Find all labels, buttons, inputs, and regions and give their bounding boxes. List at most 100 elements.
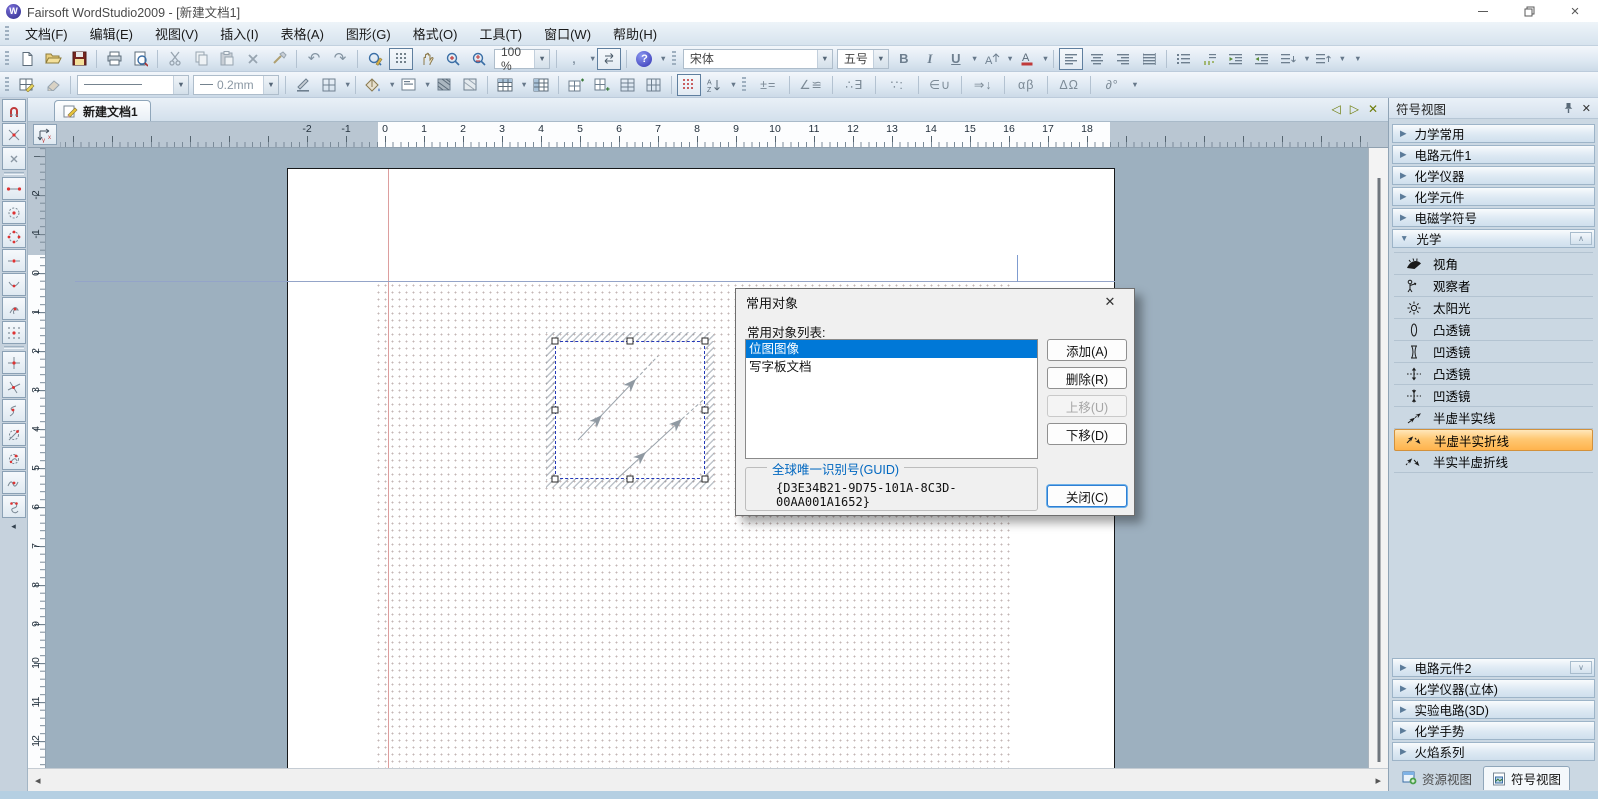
list-item-wordpad[interactable]: 写字板文档 bbox=[746, 358, 1037, 376]
move-down-button[interactable]: 下移(D) bbox=[1047, 423, 1127, 445]
format-painter-button[interactable] bbox=[267, 48, 291, 70]
indent-decrease-button[interactable] bbox=[1224, 48, 1248, 70]
grid-edit-button[interactable] bbox=[15, 74, 39, 96]
draw-circle-tangent-button[interactable] bbox=[2, 423, 26, 446]
snap-grid-toggle-button[interactable] bbox=[677, 74, 701, 96]
math-overflow-icon[interactable]: ▼ bbox=[1131, 80, 1138, 89]
menu-tools[interactable]: 工具(T) bbox=[468, 22, 533, 45]
align-justify-button[interactable] bbox=[1137, 48, 1161, 70]
scroll-right-icon[interactable]: ▸ bbox=[1375, 774, 1381, 787]
group-optics-expanded[interactable]: ▼光学∧ bbox=[1392, 229, 1595, 248]
scroll-left-icon[interactable]: ◂ bbox=[35, 774, 41, 787]
symbol-view-tab[interactable]: 符号视图 bbox=[1483, 766, 1570, 790]
group-chem-gestures[interactable]: ▶化学手势 bbox=[1392, 721, 1595, 740]
new-document-button[interactable] bbox=[15, 48, 39, 70]
snap-grid-button[interactable] bbox=[2, 321, 26, 344]
insert-table-button[interactable] bbox=[493, 74, 517, 96]
symbol-item-sunlight[interactable]: 太阳光 bbox=[1394, 297, 1593, 319]
font-dropdown-icon[interactable]: ▼ bbox=[817, 50, 832, 68]
cut-button[interactable] bbox=[163, 48, 187, 70]
pin-icon[interactable] bbox=[1563, 102, 1574, 114]
dialog-title-bar[interactable]: 常用对象 ✕ bbox=[736, 289, 1134, 315]
menu-document[interactable]: 文档(F) bbox=[14, 22, 79, 45]
pattern-dark-button[interactable] bbox=[432, 74, 456, 96]
math-delta-omega-button[interactable]: ΔΩ bbox=[1052, 74, 1086, 96]
draw-circle-curve-button[interactable] bbox=[2, 447, 26, 470]
math-toolbar-grip[interactable] bbox=[742, 77, 746, 93]
menu-edit[interactable]: 编辑(E) bbox=[79, 22, 144, 45]
line-spacing-up-button[interactable] bbox=[1312, 48, 1336, 70]
symbol-item-half-solid-polyline[interactable]: 半实半虚折线 bbox=[1394, 451, 1593, 473]
draw-curve-button[interactable] bbox=[2, 399, 26, 422]
selected-object[interactable] bbox=[555, 341, 705, 479]
toolbar-grip[interactable] bbox=[5, 51, 9, 67]
text-frame-dropdown-icon[interactable]: ▼ bbox=[424, 80, 431, 89]
toolbar-collapse-button[interactable]: ◂ bbox=[2, 520, 26, 533]
zoom-dropdown-icon[interactable]: ▼ bbox=[534, 50, 549, 68]
symbol-item-convex-lens-axis[interactable]: 凸透镜 bbox=[1394, 363, 1593, 385]
text-direction-button[interactable] bbox=[597, 48, 621, 70]
close-dialog-button[interactable]: 关闭(C) bbox=[1047, 485, 1127, 507]
menu-grip[interactable] bbox=[5, 26, 9, 42]
italic-button[interactable]: I bbox=[918, 48, 942, 70]
draw-loop-button[interactable] bbox=[2, 495, 26, 518]
open-button[interactable] bbox=[41, 48, 65, 70]
math-greek-button[interactable]: αβ bbox=[1009, 74, 1043, 96]
resize-handle-ne[interactable] bbox=[702, 338, 709, 345]
add-button[interactable]: 添加(A) bbox=[1047, 339, 1127, 361]
align-center-button[interactable] bbox=[1085, 48, 1109, 70]
fill-dropdown-icon[interactable]: ▼ bbox=[388, 80, 395, 89]
distribute-rows-button[interactable] bbox=[616, 74, 640, 96]
group-mechanics[interactable]: ▶力学常用 bbox=[1392, 124, 1595, 143]
punctuation-dropdown-icon[interactable]: ▼ bbox=[589, 54, 596, 63]
underline-style-dropdown-icon[interactable]: ▼ bbox=[971, 54, 978, 63]
resize-handle-s[interactable] bbox=[627, 476, 634, 483]
resize-handle-sw[interactable] bbox=[552, 476, 559, 483]
tab-prev-icon[interactable]: ◁ bbox=[1331, 102, 1340, 116]
page-canvas[interactable]: 常用对象 ✕ 常用对象列表: 位图图像 写字板文档 添加(A) 删除(R) 上移… bbox=[46, 148, 1368, 768]
group-chem-elements[interactable]: ▶化学元件 bbox=[1392, 187, 1595, 206]
group-chem-instruments-3d[interactable]: ▶化学仪器(立体) bbox=[1392, 679, 1595, 698]
distribute-columns-button[interactable] bbox=[642, 74, 666, 96]
drawing-toolbar-grip[interactable] bbox=[5, 77, 9, 93]
resize-handle-w[interactable] bbox=[552, 407, 559, 414]
font-color-button[interactable]: A bbox=[1015, 48, 1039, 70]
line-style-combo[interactable]: ▼ bbox=[77, 75, 189, 95]
zoom-area-button[interactable] bbox=[441, 48, 465, 70]
tab-close-icon[interactable]: ✕ bbox=[1368, 102, 1378, 116]
zoom-level-combo[interactable]: 100 %▼ bbox=[494, 49, 550, 69]
resize-handle-se[interactable] bbox=[702, 476, 709, 483]
dialog-close-icon[interactable]: ✕ bbox=[1096, 289, 1124, 315]
delete-button[interactable] bbox=[241, 48, 265, 70]
redo-button[interactable]: ↷ bbox=[328, 48, 352, 70]
snap-quadrant-button[interactable] bbox=[2, 225, 26, 248]
resize-handle-e[interactable] bbox=[702, 407, 709, 414]
pattern-light-button[interactable] bbox=[458, 74, 482, 96]
resource-view-tab[interactable]: 资源视图 bbox=[1394, 766, 1480, 790]
math-angle-button[interactable]: ∠≌ bbox=[794, 74, 828, 96]
line-spacing-dropdown-icon[interactable]: ▼ bbox=[1303, 54, 1310, 63]
bullet-list-button[interactable] bbox=[1172, 48, 1196, 70]
print-preview-button[interactable] bbox=[128, 48, 152, 70]
sort-button[interactable]: AZ bbox=[703, 74, 727, 96]
border-dropdown-icon[interactable]: ▼ bbox=[344, 80, 351, 89]
snap-off-button[interactable] bbox=[2, 147, 26, 170]
pen-style-button[interactable] bbox=[291, 74, 315, 96]
vertical-scrollbar[interactable] bbox=[1368, 148, 1388, 768]
draw-point-button[interactable] bbox=[2, 351, 26, 374]
font-size-combo[interactable]: 五号▼ bbox=[837, 49, 889, 69]
group-experiment-circuit-3d[interactable]: ▶实验电路(3D) bbox=[1392, 700, 1595, 719]
document-tab[interactable]: 新建文档1 bbox=[54, 100, 151, 121]
horizontal-scrollbar[interactable]: ◂ ▸ bbox=[28, 768, 1388, 791]
scroll-down-button[interactable]: ∨ bbox=[1570, 661, 1592, 674]
format-toolbar-grip[interactable] bbox=[672, 51, 676, 67]
math-plusminus-button[interactable]: ±= bbox=[751, 74, 785, 96]
snap-endpoint-button[interactable] bbox=[2, 177, 26, 200]
remove-button[interactable]: 删除(R) bbox=[1047, 367, 1127, 389]
panel-close-icon[interactable]: ✕ bbox=[1582, 102, 1591, 115]
menu-table[interactable]: 表格(A) bbox=[270, 22, 335, 45]
common-objects-listbox[interactable]: 位图图像 写字板文档 bbox=[745, 339, 1038, 459]
list-item-bitmap[interactable]: 位图图像 bbox=[746, 340, 1037, 358]
text-frame-button[interactable] bbox=[397, 74, 421, 96]
vertical-ruler[interactable]: -2 -1 0 1 2 3 4 5 6 7 8 9 10 11 12 bbox=[28, 148, 46, 768]
